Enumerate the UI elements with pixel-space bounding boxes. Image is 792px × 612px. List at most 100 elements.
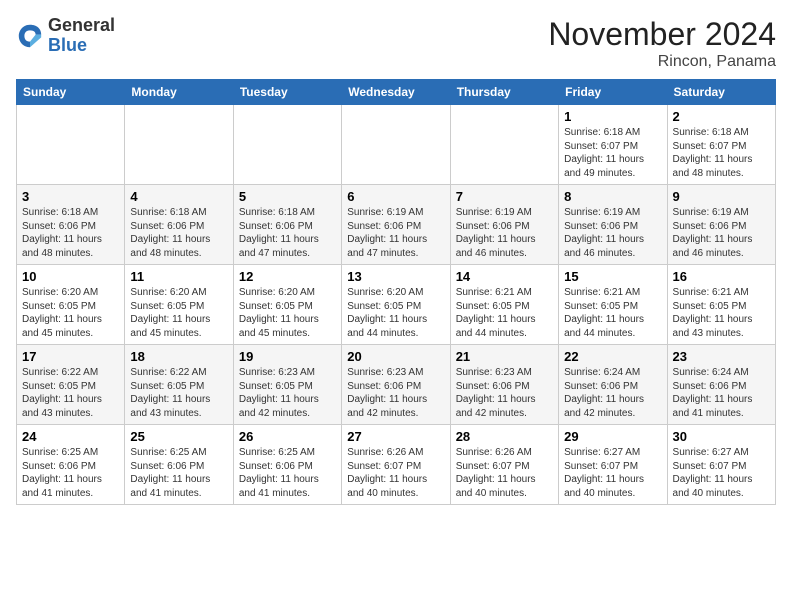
calendar-cell: 8 Sunrise: 6:19 AM Sunset: 6:06 PM Daylig… [559,185,667,265]
day-info: Sunrise: 6:21 AM Sunset: 6:05 PM Dayligh… [564,286,661,340]
logo-icon [16,22,44,50]
day-info: Sunrise: 6:27 AM Sunset: 6:07 PM Dayligh… [564,446,661,500]
day-number: 16 [673,269,770,284]
day-number: 2 [673,109,770,124]
calendar-cell: 7 Sunrise: 6:19 AM Sunset: 6:06 PM Daylig… [450,185,558,265]
calendar-cell: 12Sunrise: 6:20 AM Sunset: 6:05 PM Dayli… [233,265,341,345]
calendar-cell: 28Sunrise: 6:26 AM Sunset: 6:07 PM Dayli… [450,425,558,505]
day-info: Sunrise: 6:18 AM Sunset: 6:07 PM Dayligh… [673,126,770,180]
calendar-cell: 5 Sunrise: 6:18 AM Sunset: 6:06 PM Daylig… [233,185,341,265]
day-number: 14 [456,269,553,284]
calendar-cell: 30Sunrise: 6:27 AM Sunset: 6:07 PM Dayli… [667,425,775,505]
day-number: 18 [130,349,227,364]
calendar-cell: 22Sunrise: 6:24 AM Sunset: 6:06 PM Dayli… [559,345,667,425]
location: Rincon, Panama [548,53,776,71]
calendar-week-row: 24 Sunrise: 6:25 AM Sunset: 6:06 PM Dayli… [17,425,776,505]
day-number: 24 [22,429,119,444]
calendar-cell: 3 Sunrise: 6:18 AM Sunset: 6:06 PM Daylig… [17,185,125,265]
day-number: 3 [22,189,119,204]
day-number: 23 [673,349,770,364]
day-number: 27 [347,429,444,444]
day-number: 15 [564,269,661,284]
calendar-cell: 29 Sunrise: 6:27 AM Sunset: 6:07 PM Dayli… [559,425,667,505]
day-info: Sunrise: 6:26 AM Sunset: 6:07 PM Dayligh… [347,446,444,500]
weekday-header: Sunday [17,80,125,105]
day-number: 20 [347,349,444,364]
weekday-header: Friday [559,80,667,105]
weekday-header: Wednesday [342,80,450,105]
day-info: Sunrise: 6:23 AM Sunset: 6:06 PM Dayligh… [456,366,553,420]
calendar-week-row: 3 Sunrise: 6:18 AM Sunset: 6:06 PM Daylig… [17,185,776,265]
weekday-header: Saturday [667,80,775,105]
day-info: Sunrise: 6:19 AM Sunset: 6:06 PM Dayligh… [673,206,770,260]
calendar-cell: 17 Sunrise: 6:22 AM Sunset: 6:05 PM Dayli… [17,345,125,425]
day-number: 5 [239,189,336,204]
day-info: Sunrise: 6:18 AM Sunset: 6:06 PM Dayligh… [239,206,336,260]
calendar-table: SundayMondayTuesdayWednesdayThursdayFrid… [16,79,776,505]
day-info: Sunrise: 6:19 AM Sunset: 6:06 PM Dayligh… [564,206,661,260]
day-number: 9 [673,189,770,204]
day-info: Sunrise: 6:22 AM Sunset: 6:05 PM Dayligh… [130,366,227,420]
calendar-cell: 16 Sunrise: 6:21 AM Sunset: 6:05 PM Dayli… [667,265,775,345]
day-info: Sunrise: 6:22 AM Sunset: 6:05 PM Dayligh… [22,366,119,420]
calendar-cell [233,105,341,185]
day-info: Sunrise: 6:25 AM Sunset: 6:06 PM Dayligh… [239,446,336,500]
logo-general-text: General [48,15,115,35]
day-info: Sunrise: 6:26 AM Sunset: 6:07 PM Dayligh… [456,446,553,500]
day-info: Sunrise: 6:20 AM Sunset: 6:05 PM Dayligh… [130,286,227,340]
calendar-cell: 18 Sunrise: 6:22 AM Sunset: 6:05 PM Dayli… [125,345,233,425]
day-info: Sunrise: 6:21 AM Sunset: 6:05 PM Dayligh… [673,286,770,340]
calendar-cell: 11 Sunrise: 6:20 AM Sunset: 6:05 PM Dayli… [125,265,233,345]
day-info: Sunrise: 6:20 AM Sunset: 6:05 PM Dayligh… [22,286,119,340]
day-info: Sunrise: 6:19 AM Sunset: 6:06 PM Dayligh… [347,206,444,260]
logo: General Blue [16,16,115,56]
day-number: 19 [239,349,336,364]
day-info: Sunrise: 6:20 AM Sunset: 6:05 PM Dayligh… [347,286,444,340]
calendar-cell [17,105,125,185]
logo-blue-text: Blue [48,35,87,55]
calendar-cell: 24Sunrise: 6:25 AM Sunset: 6:06 PM Dayli… [17,425,125,505]
calendar-week-row: 1 Sunrise: 6:18 AM Sunset: 6:07 PM Daylig… [17,105,776,185]
month-title: November 2024 [548,16,776,53]
day-number: 7 [456,189,553,204]
day-info: Sunrise: 6:19 AM Sunset: 6:06 PM Dayligh… [456,206,553,260]
calendar-cell: 15 Sunrise: 6:21 AM Sunset: 6:05 PM Dayli… [559,265,667,345]
calendar-cell: 21Sunrise: 6:23 AM Sunset: 6:06 PM Dayli… [450,345,558,425]
calendar-week-row: 17 Sunrise: 6:22 AM Sunset: 6:05 PM Dayli… [17,345,776,425]
day-info: Sunrise: 6:23 AM Sunset: 6:05 PM Dayligh… [239,366,336,420]
calendar-cell: 1 Sunrise: 6:18 AM Sunset: 6:07 PM Daylig… [559,105,667,185]
calendar-cell: 26 Sunrise: 6:25 AM Sunset: 6:06 PM Dayli… [233,425,341,505]
day-info: Sunrise: 6:18 AM Sunset: 6:07 PM Dayligh… [564,126,661,180]
logo-text: General Blue [48,16,115,56]
day-number: 11 [130,269,227,284]
day-info: Sunrise: 6:25 AM Sunset: 6:06 PM Dayligh… [130,446,227,500]
day-number: 10 [22,269,119,284]
calendar-cell: 9 Sunrise: 6:19 AM Sunset: 6:06 PM Daylig… [667,185,775,265]
day-info: Sunrise: 6:23 AM Sunset: 6:06 PM Dayligh… [347,366,444,420]
calendar-cell: 4 Sunrise: 6:18 AM Sunset: 6:06 PM Daylig… [125,185,233,265]
day-info: Sunrise: 6:18 AM Sunset: 6:06 PM Dayligh… [22,206,119,260]
calendar-cell: 2 Sunrise: 6:18 AM Sunset: 6:07 PM Daylig… [667,105,775,185]
day-number: 29 [564,429,661,444]
title-block: November 2024 Rincon, Panama [548,16,776,71]
calendar-cell: 13 Sunrise: 6:20 AM Sunset: 6:05 PM Dayli… [342,265,450,345]
day-info: Sunrise: 6:20 AM Sunset: 6:05 PM Dayligh… [239,286,336,340]
day-number: 17 [22,349,119,364]
day-number: 25 [130,429,227,444]
calendar-cell: 27 Sunrise: 6:26 AM Sunset: 6:07 PM Dayli… [342,425,450,505]
weekday-header: Thursday [450,80,558,105]
page-header: General Blue November 2024 Rincon, Panam… [16,16,776,71]
weekday-header: Monday [125,80,233,105]
day-number: 4 [130,189,227,204]
calendar-cell: 19 Sunrise: 6:23 AM Sunset: 6:05 PM Dayli… [233,345,341,425]
day-number: 26 [239,429,336,444]
calendar-cell: 10 Sunrise: 6:20 AM Sunset: 6:05 PM Dayli… [17,265,125,345]
calendar-cell [342,105,450,185]
day-number: 13 [347,269,444,284]
day-info: Sunrise: 6:18 AM Sunset: 6:06 PM Dayligh… [130,206,227,260]
day-number: 8 [564,189,661,204]
day-number: 1 [564,109,661,124]
day-info: Sunrise: 6:24 AM Sunset: 6:06 PM Dayligh… [564,366,661,420]
calendar-header-row: SundayMondayTuesdayWednesdayThursdayFrid… [17,80,776,105]
calendar-week-row: 10 Sunrise: 6:20 AM Sunset: 6:05 PM Dayli… [17,265,776,345]
